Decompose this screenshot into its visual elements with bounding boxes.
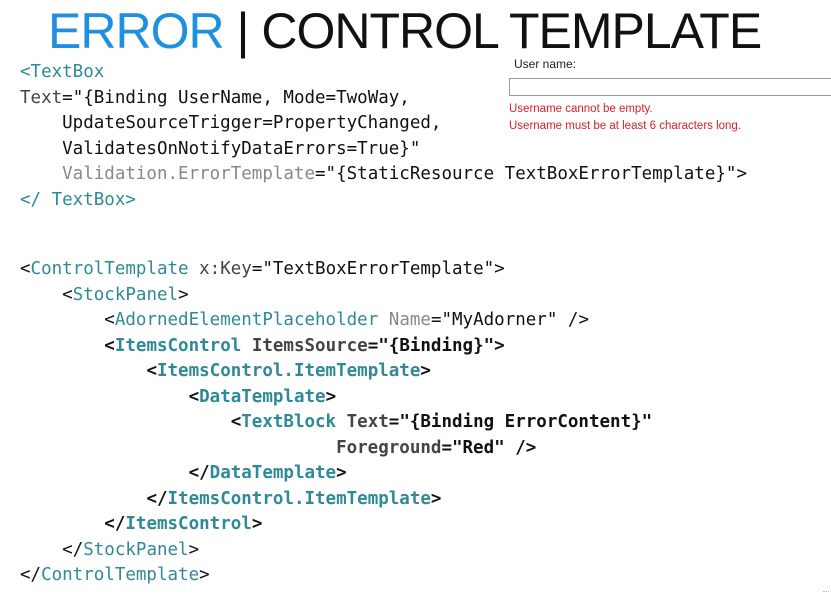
xml-tag: DataTemplate [199,386,326,407]
xml-bracket: > [188,539,200,560]
xml-bracket: </ [188,463,210,483]
code-line: </ControlTemplate> [20,563,652,589]
xml-bracket: < [230,412,242,432]
code-line: </StockPanel> [20,538,652,564]
title-rest: CONTROL TEMPLATE [261,3,762,59]
xml-bracket: > [199,565,210,585]
xml-tag: TextBlock [241,412,337,432]
xml-bracket: > [251,514,263,534]
xml-tag: ControlTemplate [30,259,189,279]
xml-attribute: Foreground [336,437,442,458]
xml-bracket: > [336,463,347,483]
xml-value: ="Red" /> [441,437,537,458]
title-accent: ERROR [48,3,225,59]
xml-tag: ItemsControl.ItemTemplate [156,361,421,381]
xml-tag: <TextBox [20,62,105,82]
code-line: <TextBox [20,60,747,86]
xml-bracket: </ [20,565,42,585]
xml-tag: ControlTemplate [41,565,200,585]
code-line: Foreground="Red" /> [20,436,652,462]
xml-attribute: x:Key [188,259,252,279]
code-line: <ItemsControl ItemsSource="{Binding}"> [20,334,652,360]
xml-value: ="{StaticResource TextBoxErrorTemplate}"… [315,164,747,184]
code-line: UpdateSourceTrigger=PropertyChanged, [20,111,747,137]
xml-bracket: < [104,310,115,330]
xml-tag: DataTemplate [209,463,337,483]
code-line: </DataTemplate> [20,461,652,487]
xml-bracket: < [20,259,31,279]
code-line: <AdornedElementPlaceholder Name="MyAdorn… [20,308,652,334]
xml-bracket: > [420,361,431,381]
xml-bracket: < [188,386,200,407]
xml-tag: StockPanel [72,284,179,305]
slide-corner-mark [823,588,829,592]
xml-value: UpdateSourceTrigger=PropertyChanged, [20,113,442,133]
xml-attribute: Text [336,412,389,432]
code-line: <ControlTemplate x:Key="TextBoxErrorTemp… [20,257,652,283]
slide-title: ERROR | CONTROL TEMPLATE [48,2,762,60]
textbox-code-block: <TextBox Text="{Binding UserName, Mode=Tw… [20,60,747,213]
xml-value: ="{Binding UserName, Mode=TwoWay, [62,87,410,108]
control-template-code-block: <ControlTemplate x:Key="TextBoxErrorTemp… [20,257,652,589]
code-line: <ItemsControl.ItemTemplate> [20,359,652,385]
xml-bracket: </ [104,514,126,534]
xml-value: ="{Binding ErrorContent}" [388,412,653,432]
code-line: </ItemsControl> [20,512,652,538]
code-line: ValidatesOnNotifyDataErrors=True}" [20,137,747,163]
xml-tag: ItemsControl [125,514,252,534]
code-line: <DataTemplate> [20,385,652,411]
xml-tag: StockPanel [83,539,189,560]
xml-bracket: </ [62,539,84,560]
xml-bracket: > [325,386,337,407]
xml-bracket: < [104,335,115,356]
xml-attribute: Validation.ErrorTemplate [20,164,316,184]
code-line: </ItemsControl.ItemTemplate> [20,487,652,513]
code-line: </ TextBox> [20,188,747,214]
code-line: <TextBlock Text="{Binding ErrorContent}" [20,410,652,436]
xml-bracket: < [146,361,157,381]
title-separator: | [223,3,262,59]
xml-bracket: </ [146,488,168,509]
code-line: Validation.ErrorTemplate="{StaticResourc… [20,162,747,188]
xml-value: ="MyAdorner" /> [430,310,589,330]
xml-closing-tag: </ TextBox> [20,189,136,210]
xml-bracket: > [430,488,442,509]
xml-bracket: > [178,284,189,305]
xml-value: ="TextBoxErrorTemplate"> [251,259,505,279]
xml-tag: ItemsControl.ItemTemplate [167,488,431,509]
xml-attribute: Name [378,310,431,330]
xml-tag: AdornedElementPlaceholder [114,310,379,330]
xml-value: ="{Binding}"> [367,335,505,356]
code-line: Text="{Binding UserName, Mode=TwoWay, [20,86,747,112]
xml-bracket: < [62,284,73,305]
xml-attribute: ItemsSource [241,335,368,356]
code-line: <StockPanel> [20,283,652,309]
xml-value: ValidatesOnNotifyDataErrors=True}" [20,138,421,159]
xml-attribute: Text [20,87,63,108]
xml-tag: ItemsControl [114,335,242,356]
